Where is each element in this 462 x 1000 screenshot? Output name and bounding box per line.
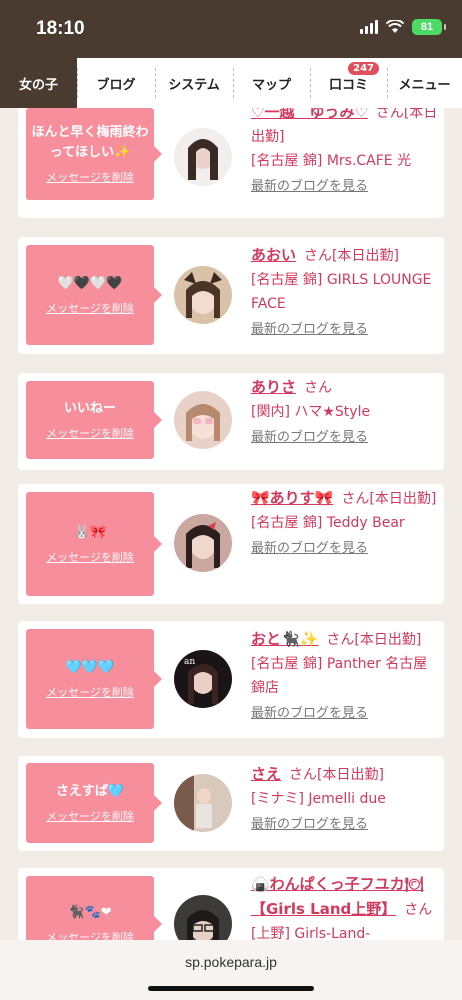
tab-blog[interactable]: ブログ <box>77 58 155 108</box>
shop-name: [上野] Girls-Land- <box>251 926 371 940</box>
browser-bar: sp.pokepara.jp <box>0 940 462 1000</box>
svg-text:an: an <box>184 657 195 667</box>
latest-blog-link[interactable]: 最新のブログを見る <box>251 702 438 726</box>
wifi-icon <box>386 20 404 33</box>
shop-name: [名古屋 錦] Mrs.CAFE 光 <box>251 153 412 169</box>
message-bubble: 🩵🩵🩵 メッセージを削除 <box>26 629 162 729</box>
tab-label: 口コミ <box>328 77 368 93</box>
list-item: 🐈‍⬛🐾❤ メッセージを削除 🍙わんぱくっ子フユカ🍽【Girls Land上野】… <box>18 868 444 940</box>
delete-message-link[interactable]: メッセージを削除 <box>46 929 134 940</box>
delete-message-link[interactable]: メッセージを削除 <box>46 549 134 565</box>
honorific: さん <box>326 632 355 648</box>
honorific: さん <box>304 248 333 264</box>
message-text: さえすぱ🩵 <box>55 784 125 799</box>
girl-name-link[interactable]: あおい <box>251 246 296 264</box>
battery-icon: 81 <box>412 19 446 35</box>
avatar[interactable] <box>174 128 232 186</box>
shop-name: [ミナミ] Jemelli due <box>251 791 386 807</box>
avatar[interactable] <box>174 774 232 832</box>
list-item: 🩵🩵🩵 メッセージを削除 an おと🐈‍⬛✨ さん[本日出勤] [名古屋 錦] P… <box>18 621 444 738</box>
shop-name: [名古屋 錦] Panther 名古屋錦店 <box>251 656 428 696</box>
message-text: 🩵🩵🩵 <box>65 660 115 675</box>
shop-name: [関内] ハマ★Style <box>251 404 371 420</box>
tab-map[interactable]: マップ <box>233 58 310 108</box>
status-bar: 18:10 81 <box>0 0 462 58</box>
delete-message-link[interactable]: メッセージを削除 <box>46 300 134 316</box>
girl-info: あおい さん[本日出勤] [名古屋 錦] GIRLS LOUNGE FACE 最新… <box>251 243 438 342</box>
tab-menu[interactable]: メニュー <box>387 58 462 108</box>
shop-name: [名古屋 錦] Teddy Bear <box>251 515 405 531</box>
message-bubble: ほんと早く梅雨終わってほしい✨ メッセージを削除 <box>26 108 162 200</box>
url-field[interactable]: sp.pokepara.jp <box>0 954 462 970</box>
avatar[interactable] <box>174 895 232 940</box>
attendance-status: [本日出勤] <box>332 248 399 264</box>
girl-name-link[interactable]: ♡一越 ゆうみ♡ <box>251 108 368 121</box>
avatar[interactable] <box>174 514 232 572</box>
girl-info: さえ さん[本日出勤] [ミナミ] Jemelli due 最新のブログを見る <box>251 762 438 837</box>
girl-info: 🍙わんぱくっ子フユカ🍽【Girls Land上野】 さん [上野] Girls-L… <box>251 872 438 940</box>
message-bubble: 🐈‍⬛🐾❤ メッセージを削除 <box>26 876 162 940</box>
honorific: さん <box>341 491 370 507</box>
list-item: さえすぱ🩵 メッセージを削除 さえ さん[本日出勤] [ミナミ] Jemelli … <box>18 756 444 851</box>
latest-blog-link[interactable]: 最新のブログを見る <box>251 175 438 199</box>
list-item: 🤍🖤🤍🖤 メッセージを削除 あおい さん[本日出勤] [名古屋 錦] GIRLS … <box>18 237 444 354</box>
home-indicator[interactable] <box>148 986 314 991</box>
message-text: 🤍🖤🤍🖤 <box>57 276 123 291</box>
honorific: さん <box>304 380 333 396</box>
list-item: いいねー メッセージを削除 ありさ さん [関内] ハマ★Style 最新のブログ… <box>18 373 444 470</box>
tab-label: ブログ <box>96 77 136 93</box>
honorific: さん <box>375 108 404 121</box>
delete-message-link[interactable]: メッセージを削除 <box>46 169 134 185</box>
status-icons: 81 <box>360 19 446 35</box>
message-list: ほんと早く梅雨終わってほしい✨ メッセージを削除 ♡一越 ゆうみ♡ さん[本日出勤… <box>0 108 462 940</box>
tab-system[interactable]: システム <box>155 58 233 108</box>
avatar[interactable] <box>174 266 232 324</box>
shop-name: [名古屋 錦] GIRLS LOUNGE FACE <box>251 272 432 312</box>
honorific: さん <box>289 767 318 783</box>
message-bubble: 🤍🖤🤍🖤 メッセージを削除 <box>26 245 162 345</box>
girl-name-link[interactable]: ありさ <box>251 378 296 396</box>
list-item: 🐰🎀 メッセージを削除 🎀ありす🎀 さん[本日出勤] [名古屋 錦] Teddy … <box>18 484 444 604</box>
delete-message-link[interactable]: メッセージを削除 <box>46 808 134 824</box>
girl-name-link[interactable]: 🍙わんぱくっ子フユカ🍽【Girls Land上野】 <box>251 875 424 918</box>
tab-label: 女の子 <box>18 77 58 93</box>
tab-bar: 女の子 ブログ システム マップ 口コミ 247 メニュー <box>0 58 462 108</box>
message-bubble: いいねー メッセージを削除 <box>26 381 162 459</box>
delete-message-link[interactable]: メッセージを削除 <box>46 684 134 700</box>
latest-blog-link[interactable]: 最新のブログを見る <box>251 813 438 837</box>
message-bubble: 🐰🎀 メッセージを削除 <box>26 492 162 596</box>
tab-label: マップ <box>251 77 291 93</box>
status-time: 18:10 <box>36 18 85 39</box>
tab-label: システム <box>168 77 220 93</box>
girl-name-link[interactable]: さえ <box>251 765 281 783</box>
girl-info: おと🐈‍⬛✨ さん[本日出勤] [名古屋 錦] Panther 名古屋錦店 最新の… <box>251 627 438 726</box>
message-text: 🐈‍⬛🐾❤ <box>68 905 112 920</box>
girl-info: ありさ さん [関内] ハマ★Style 最新のブログを見る <box>251 375 438 450</box>
tab-label: メニュー <box>398 77 451 93</box>
avatar[interactable] <box>174 391 232 449</box>
girl-info: ♡一越 ゆうみ♡ さん[本日出勤] [名古屋 錦] Mrs.CAFE 光 最新のブ… <box>251 108 438 199</box>
honorific: さん <box>404 902 433 918</box>
attendance-status: [本日出勤] <box>369 491 437 507</box>
tab-girls[interactable]: 女の子 <box>0 58 77 108</box>
girl-name-link[interactable]: おと🐈‍⬛✨ <box>251 630 318 648</box>
latest-blog-link[interactable]: 最新のブログを見る <box>251 537 438 561</box>
message-bubble: さえすぱ🩵 メッセージを削除 <box>26 763 162 843</box>
message-text: いいねー <box>63 401 116 416</box>
signal-icon <box>360 20 378 34</box>
list-item: ほんと早く梅雨終わってほしい✨ メッセージを削除 ♡一越 ゆうみ♡ さん[本日出勤… <box>18 108 444 218</box>
attendance-status: [本日出勤] <box>317 767 384 783</box>
latest-blog-link[interactable]: 最新のブログを見る <box>251 426 438 450</box>
delete-message-link[interactable]: メッセージを削除 <box>46 425 134 441</box>
girl-name-link[interactable]: 🎀ありす🎀 <box>251 489 333 507</box>
avatar[interactable]: an <box>174 650 232 708</box>
latest-blog-link[interactable]: 最新のブログを見る <box>251 318 438 342</box>
message-text: 🐰🎀 <box>73 525 107 540</box>
tab-reviews[interactable]: 口コミ 247 <box>310 58 387 108</box>
message-text: ほんと早く梅雨終わってほしい✨ <box>31 125 149 160</box>
girl-info: 🎀ありす🎀 さん[本日出勤] [名古屋 錦] Teddy Bear 最新のブログを… <box>251 486 438 561</box>
attendance-status: [本日出勤] <box>354 632 422 648</box>
reviews-count-badge: 247 <box>348 62 379 75</box>
